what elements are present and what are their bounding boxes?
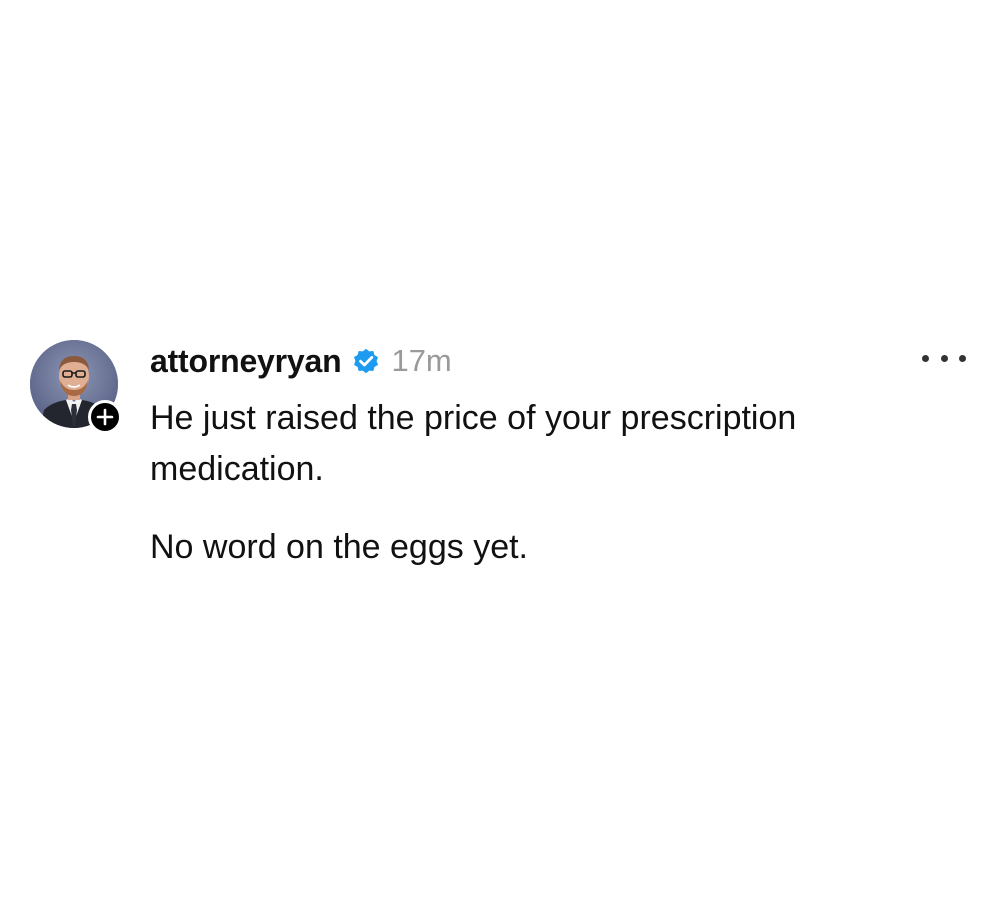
post-paragraph: No word on the eggs yet.	[150, 528, 529, 566]
verified-badge-icon	[351, 346, 381, 376]
more-options-icon	[922, 354, 929, 362]
author-avatar-container	[30, 340, 122, 434]
post-body: He just raised the price of your prescri…	[150, 393, 950, 573]
more-options-icon	[959, 354, 966, 362]
post-header: attorneyryan 17m	[150, 336, 452, 386]
author-username[interactable]: attorneyryan	[150, 343, 342, 380]
more-options-button[interactable]	[922, 344, 966, 372]
thread-post: attorneyryan 17m He just raised the pric…	[0, 0, 1000, 924]
more-options-icon	[940, 354, 948, 362]
post-timestamp: 17m	[391, 343, 452, 378]
plus-icon	[96, 408, 114, 426]
post-paragraph: He just raised the price of your prescri…	[150, 399, 797, 488]
follow-button[interactable]	[88, 400, 122, 434]
